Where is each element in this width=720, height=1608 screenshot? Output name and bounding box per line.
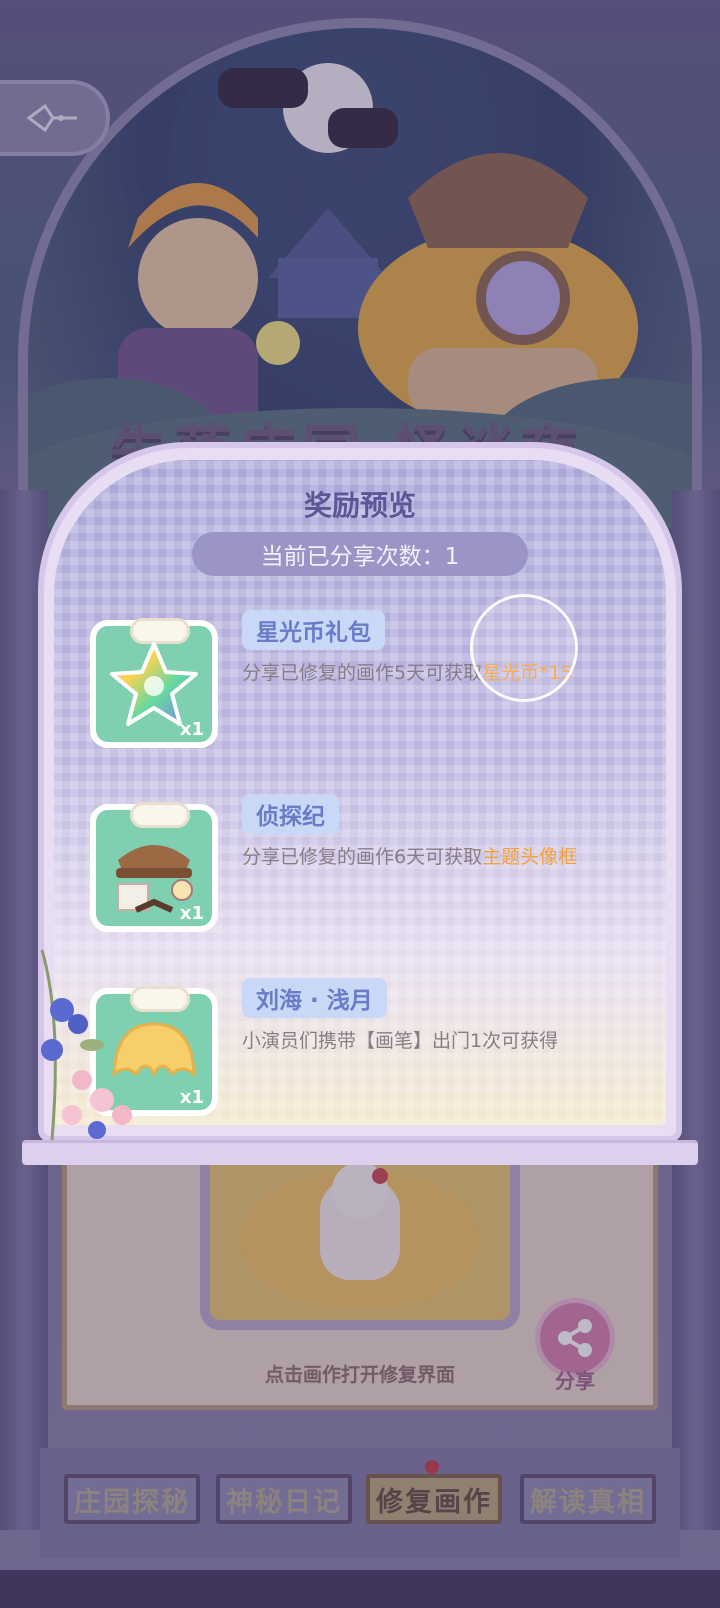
gift-box: x1: [90, 802, 218, 932]
share-count-badge: 当前已分享次数：1: [192, 532, 528, 576]
reward-desc-highlight: 主题头像框: [482, 846, 578, 868]
reward-item: x1 刘海 · 浅月 小演员们携带【画笔】出门1次可获得: [90, 978, 670, 1118]
reward-item: x1 星光币礼包 分享已修复的画作5天可获取星光币*15: [90, 610, 670, 750]
reward-desc: 小演员们携带【画笔】出门1次可获得: [242, 1030, 559, 1052]
reward-qty: x1: [179, 1087, 204, 1108]
flower-decoration-icon: [40, 949, 132, 1141]
reward-desc: 分享已修复的画作6天可获取主题头像框: [242, 846, 578, 868]
reward-qty: x1: [179, 903, 204, 924]
reward-name: 星光币礼包: [242, 610, 385, 650]
reward-item: x1 侦探纪 分享已修复的画作6天可获取主题头像框: [90, 794, 670, 934]
gift-box: x1: [90, 618, 218, 748]
reward-name: 刘海 · 浅月: [242, 978, 387, 1018]
reward-qty: x1: [179, 719, 204, 740]
touch-indicator: [470, 594, 578, 702]
reward-name: 侦探纪: [242, 794, 339, 834]
modal-title: 奖励预览: [303, 489, 416, 522]
